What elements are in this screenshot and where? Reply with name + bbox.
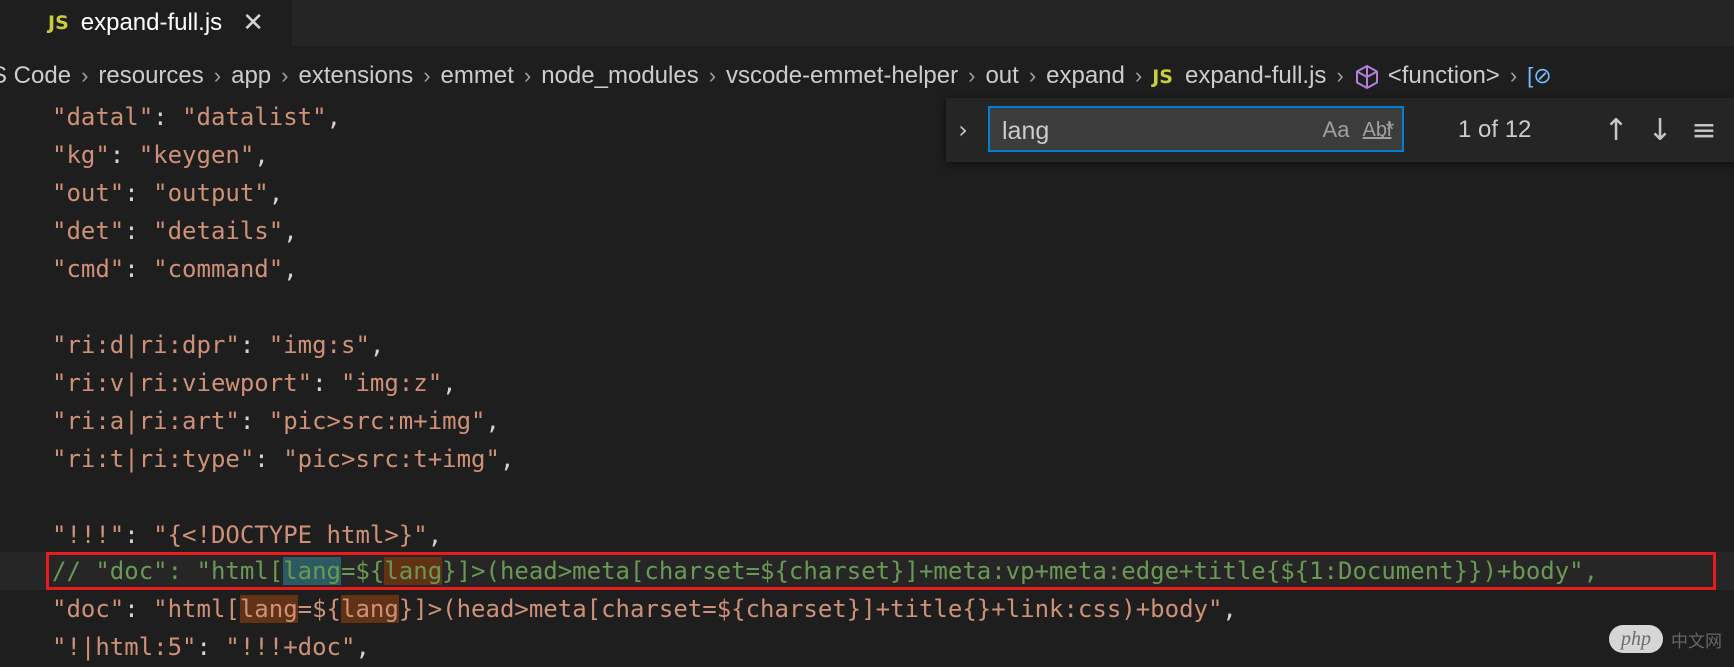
chevron-right-icon: ›	[81, 63, 89, 88]
breadcrumb-item-file[interactable]: JS expand-full.js	[1152, 62, 1326, 90]
chevron-right-icon: ›	[1028, 63, 1037, 88]
use-regex-icon[interactable]: .*	[1370, 116, 1404, 144]
arrow-up-icon[interactable]: ↑	[1598, 112, 1634, 148]
code-line-3[interactable]: "out": "output",	[52, 174, 283, 212]
symbol-variable-icon[interactable]: [⊘	[1527, 63, 1552, 89]
tab-label: expand-full.js	[80, 9, 223, 36]
chevron-right-icon: ›	[523, 63, 532, 88]
code-line-7[interactable]: "ri:d|ri:dpr": "img:s",	[52, 326, 384, 364]
breadcrumb-item-app[interactable]: app	[231, 62, 271, 90]
symbol-method-icon	[1355, 64, 1378, 89]
breadcrumb-item-vscode[interactable]: S Code	[0, 62, 71, 90]
chevron-right-icon: ›	[423, 63, 431, 88]
find-input[interactable]	[1000, 114, 1294, 148]
tab-bar: JS expand-full.js ✕	[0, 0, 1734, 46]
javascript-file-icon: JS	[48, 12, 69, 34]
watermark-text: 中文网	[1671, 631, 1722, 652]
code-line-2[interactable]: "kg": "keygen",	[52, 136, 269, 174]
breadcrumb-item-function[interactable]: <function>	[1354, 62, 1500, 90]
breadcrumb-function-label: <function>	[1387, 62, 1500, 89]
watermark: php 中文网	[1609, 625, 1722, 653]
chevron-right-icon: ›	[213, 63, 222, 88]
chevron-right-icon: ›	[281, 63, 289, 88]
chevron-right-icon: ›	[968, 63, 976, 88]
breadcrumb-item-resources[interactable]: resources	[98, 62, 203, 90]
breadcrumb-item-out[interactable]: out	[985, 62, 1018, 90]
chevron-right-icon: ›	[708, 63, 717, 88]
chevron-right-icon[interactable]: ›	[954, 98, 972, 162]
breadcrumb-item-node-modules[interactable]: node_modules	[541, 62, 698, 90]
find-match: lang	[341, 595, 399, 623]
breadcrumb-file-label: expand-full.js	[1184, 62, 1327, 89]
arrow-down-icon[interactable]: ↓	[1642, 112, 1678, 148]
code-line-9[interactable]: "ri:a|ri:art": "pic>src:m+img",	[52, 402, 500, 440]
breadcrumb-item-vscode-emmet-helper[interactable]: vscode-emmet-helper	[726, 62, 958, 90]
close-icon[interactable]: ✕	[242, 10, 264, 36]
code-line-5[interactable]: "cmd": "command",	[52, 250, 298, 288]
code-line-4[interactable]: "det": "details",	[52, 212, 298, 250]
code-line-1[interactable]: "datal": "datalist",	[52, 98, 341, 136]
breadcrumb-item-extensions[interactable]: extensions	[298, 62, 413, 90]
match-case-icon[interactable]: Aa	[1320, 116, 1352, 144]
code-line-10[interactable]: "ri:t|ri:type": "pic>src:t+img",	[52, 440, 514, 478]
annotation-red-box	[46, 552, 1716, 590]
breadcrumb: S Code › resources › app › extensions › …	[0, 54, 1734, 98]
breadcrumb-item-expand[interactable]: expand	[1046, 62, 1125, 90]
chevron-right-icon: ›	[1336, 63, 1344, 88]
code-line-15[interactable]: "!|html:5": "!!!+doc",	[52, 628, 370, 666]
chevron-right-icon: ›	[1134, 63, 1143, 88]
javascript-file-icon: JS	[1152, 66, 1173, 88]
find-input-container: Aa Abl .*	[988, 106, 1404, 152]
find-widget: › Aa Abl .* 1 of 12 ↑ ↓ ≡	[946, 98, 1734, 162]
match-count: 1 of 12	[1458, 116, 1532, 143]
php-logo: php	[1609, 625, 1663, 653]
breadcrumb-item-emmet[interactable]: emmet	[441, 62, 514, 90]
find-match: lang	[239, 595, 298, 623]
find-in-selection-icon[interactable]: ≡	[1686, 112, 1722, 148]
chevron-right-icon: ›	[1509, 63, 1518, 88]
code-line-8[interactable]: "ri:v|ri:viewport": "img:z",	[52, 364, 457, 402]
code-line-12[interactable]: "!!!": "{<!DOCTYPE html>}",	[52, 516, 442, 554]
code-line-14[interactable]: "doc": "html[lang=${lang}]>(head>meta[ch…	[52, 590, 1237, 628]
tab-expand-full-js[interactable]: JS expand-full.js ✕	[0, 0, 292, 46]
